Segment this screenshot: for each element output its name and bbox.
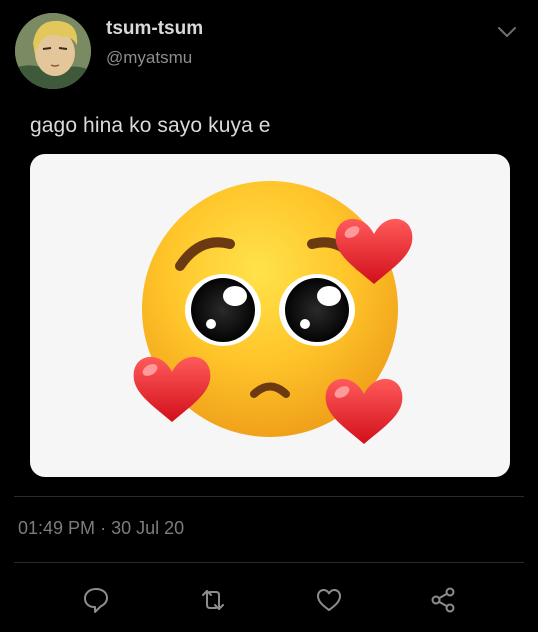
share-button[interactable] [425, 582, 461, 618]
user-handle[interactable]: @myatsmu [106, 48, 192, 68]
tweet-time: 01:49 PM [18, 518, 96, 538]
retweet-icon [202, 590, 224, 610]
avatar-image [15, 13, 91, 89]
pleading-face-emoji-image [133, 181, 413, 444]
reply-icon [84, 588, 108, 613]
tweet-text: gago hina ko sayo kuya e [30, 114, 271, 137]
avatar[interactable] [15, 13, 91, 89]
divider [14, 496, 524, 497]
tweet-media-image[interactable] [30, 154, 510, 477]
heart-icon [317, 589, 341, 611]
like-button[interactable] [311, 582, 347, 618]
retweet-button[interactable] [195, 582, 231, 618]
divider [14, 562, 524, 563]
chevron-down-icon[interactable] [495, 22, 519, 42]
timestamp-separator: · [100, 518, 107, 538]
share-icon [431, 587, 455, 613]
display-name[interactable]: tsum-tsum [106, 18, 203, 40]
tweet-timestamp[interactable]: 01:49 PM · 30 Jul 20 [18, 518, 184, 539]
reply-button[interactable] [78, 582, 114, 618]
tweet-date: 30 Jul 20 [111, 518, 185, 538]
